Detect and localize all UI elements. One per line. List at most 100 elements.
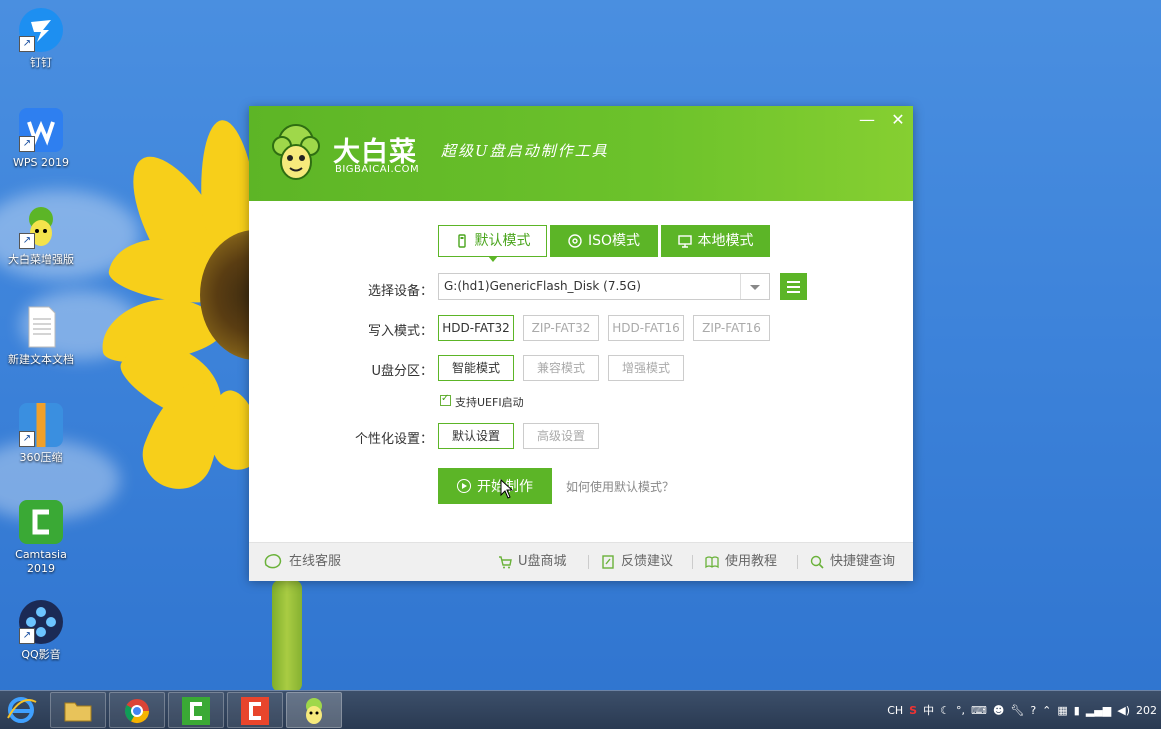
power-icon[interactable]: ▮ (1074, 704, 1080, 717)
shortcut-label: 快捷键查询 (830, 554, 896, 569)
tab-local-mode[interactable]: 本地模式 (661, 225, 770, 257)
minimize-button[interactable]: — (856, 110, 878, 130)
wps-icon: ↗ (19, 108, 63, 152)
camtasia-icon (19, 500, 63, 544)
clock[interactable]: 202 (1136, 704, 1157, 717)
book-icon (705, 556, 719, 569)
help-link[interactable]: 如何使用默认模式？ (566, 478, 674, 495)
volume-icon[interactable]: ◀) (1117, 704, 1130, 717)
search-icon (810, 555, 824, 569)
window-footer: 在线客服 U盘商城 反馈建议 使用教程 快捷键查询 (249, 542, 913, 581)
dabaicai-window: 大白菜 BIGBAICAI.COM 超级U盘启动制作工具 — ✕ 默认模式 IS… (249, 106, 913, 581)
partition-enhanced-mode[interactable]: 增强模式 (608, 355, 684, 381)
write-mode-hdd-fat32[interactable]: HDD-FAT32 (438, 315, 514, 341)
chevron-down-icon[interactable] (740, 274, 769, 299)
help-icon[interactable]: ? (1030, 704, 1036, 717)
mode-tabs: 默认模式 ISO模式 本地模式 (438, 225, 770, 262)
system-tray: CH S 中 ☾ °, ⌨ ☻ 🔧︎ ? ⌃ ▦ ▮ ▂▄▆ ◀) 202 (887, 691, 1161, 729)
monitor-icon (677, 235, 692, 248)
feedback-link[interactable]: 反馈建议 (601, 543, 673, 581)
desktop-icon-label: 大白菜增强版 (8, 253, 74, 266)
dabaicai-icon: ↗ (19, 205, 63, 249)
desktop-icon-label: Camtasia 2019 (15, 548, 67, 575)
camtasia-recorder-icon (241, 697, 269, 725)
camtasia-icon (182, 697, 210, 725)
personalize-default-button[interactable]: 默认设置 (438, 423, 514, 449)
close-button[interactable]: ✕ (887, 110, 909, 130)
punctuation-icon[interactable]: °, (956, 704, 965, 717)
personalize-label: 个性化设置： (354, 432, 433, 447)
shop-link[interactable]: U盘商城 (498, 543, 567, 581)
keyboard-icon[interactable]: ⌨ (971, 704, 987, 717)
tutorial-label: 使用教程 (725, 554, 778, 569)
sogou-ime-icon[interactable]: S (909, 704, 917, 717)
desktop-icon-camtasia[interactable]: Camtasia 2019 (3, 500, 79, 576)
brand-domain: BIGBAICAI.COM (335, 164, 420, 175)
mouse-cursor-icon (500, 479, 514, 499)
write-mode-zip-fat32[interactable]: ZIP-FAT32 (523, 315, 599, 341)
moon-icon[interactable]: ☾ (940, 704, 950, 717)
tab-default-mode[interactable]: 默认模式 (438, 225, 547, 262)
personalize-advanced-button[interactable]: 高级设置 (523, 423, 599, 449)
partition-smart-mode[interactable]: 智能模式 (438, 355, 514, 381)
chrome-icon (124, 699, 149, 724)
desktop-icon-text-document[interactable]: 新建文本文档 (3, 305, 79, 367)
tab-label: 本地模式 (697, 233, 754, 249)
360zip-icon: ↗ (19, 403, 63, 447)
desktop-icon-label: 360压缩 (19, 451, 63, 464)
write-mode-hdd-fat16[interactable]: HDD-FAT16 (608, 315, 684, 341)
tray-expand-icon[interactable]: ⌃ (1042, 704, 1051, 717)
desktop-icon-label: QQ影音 (21, 648, 61, 661)
tab-label: 默认模式 (474, 233, 531, 249)
device-menu-button[interactable] (780, 273, 807, 300)
taskbar-camtasia[interactable] (168, 692, 224, 728)
feedback-icon (602, 555, 614, 569)
disc-icon (568, 234, 582, 248)
start-make-button[interactable]: 开始制作 (438, 468, 552, 504)
desktop-icon-dabaicai[interactable]: ↗ 大白菜增强版 (3, 205, 79, 267)
file-explorer-icon (64, 702, 92, 722)
device-select[interactable]: G:(hd1)GenericFlash_Disk (7.5G) (438, 273, 770, 300)
tab-label: ISO模式 (587, 233, 641, 249)
language-indicator[interactable]: CH (887, 704, 903, 717)
ie-icon[interactable] (4, 694, 38, 726)
write-mode-zip-fat16[interactable]: ZIP-FAT16 (693, 315, 770, 341)
shop-label: U盘商城 (518, 554, 567, 569)
user-icon[interactable]: ☻ (993, 704, 1004, 717)
write-mode-label: 写入模式： (367, 324, 433, 339)
qqplayer-icon: ↗ (19, 600, 63, 644)
taskbar-file-explorer[interactable] (50, 692, 106, 728)
partition-label: U盘分区： (371, 364, 433, 379)
online-service-link[interactable]: 在线客服 (263, 543, 341, 581)
network-icon[interactable]: ▦ (1057, 704, 1067, 717)
wrench-icon[interactable]: 🔧︎ (1010, 704, 1024, 717)
signal-icon[interactable]: ▂▄▆ (1086, 704, 1111, 717)
window-header: 大白菜 BIGBAICAI.COM 超级U盘启动制作工具 — ✕ (249, 106, 913, 201)
desktop-icon-wps[interactable]: ↗ WPS 2019 (3, 108, 79, 170)
desktop-icon-360zip[interactable]: ↗ 360压缩 (3, 403, 79, 465)
device-value: G:(hd1)GenericFlash_Disk (7.5G) (444, 279, 641, 293)
ime-mode[interactable]: 中 (923, 702, 934, 718)
support-icon (264, 553, 282, 569)
text-document-icon (19, 305, 63, 349)
desktop-icon-qqplayer[interactable]: ↗ QQ影音 (3, 600, 79, 662)
desktop-icon-label: 新建文本文档 (8, 353, 74, 366)
feedback-label: 反馈建议 (621, 554, 674, 569)
uefi-checkbox[interactable] (440, 393, 451, 406)
taskbar-chrome[interactable] (109, 692, 165, 728)
online-service-label: 在线客服 (289, 554, 342, 569)
tutorial-link[interactable]: 使用教程 (705, 543, 777, 581)
desktop-icon-label: 钉钉 (30, 56, 52, 69)
uefi-label: 支持UEFI启动 (455, 396, 524, 409)
usb-icon (457, 234, 466, 248)
partition-compatible-mode[interactable]: 兼容模式 (523, 355, 599, 381)
taskbar-camtasia-recorder[interactable] (227, 692, 283, 728)
cart-icon (499, 556, 512, 569)
tab-iso-mode[interactable]: ISO模式 (550, 225, 658, 257)
shortcut-link[interactable]: 快捷键查询 (810, 543, 895, 581)
dabaicai-logo-icon (265, 122, 327, 184)
taskbar: CH S 中 ☾ °, ⌨ ☻ 🔧︎ ? ⌃ ▦ ▮ ▂▄▆ ◀) 202 (0, 690, 1161, 729)
dabaicai-icon (306, 698, 322, 724)
desktop-icon-dingtalk[interactable]: ↗ 钉钉 (3, 8, 79, 70)
taskbar-dabaicai[interactable] (286, 692, 342, 728)
